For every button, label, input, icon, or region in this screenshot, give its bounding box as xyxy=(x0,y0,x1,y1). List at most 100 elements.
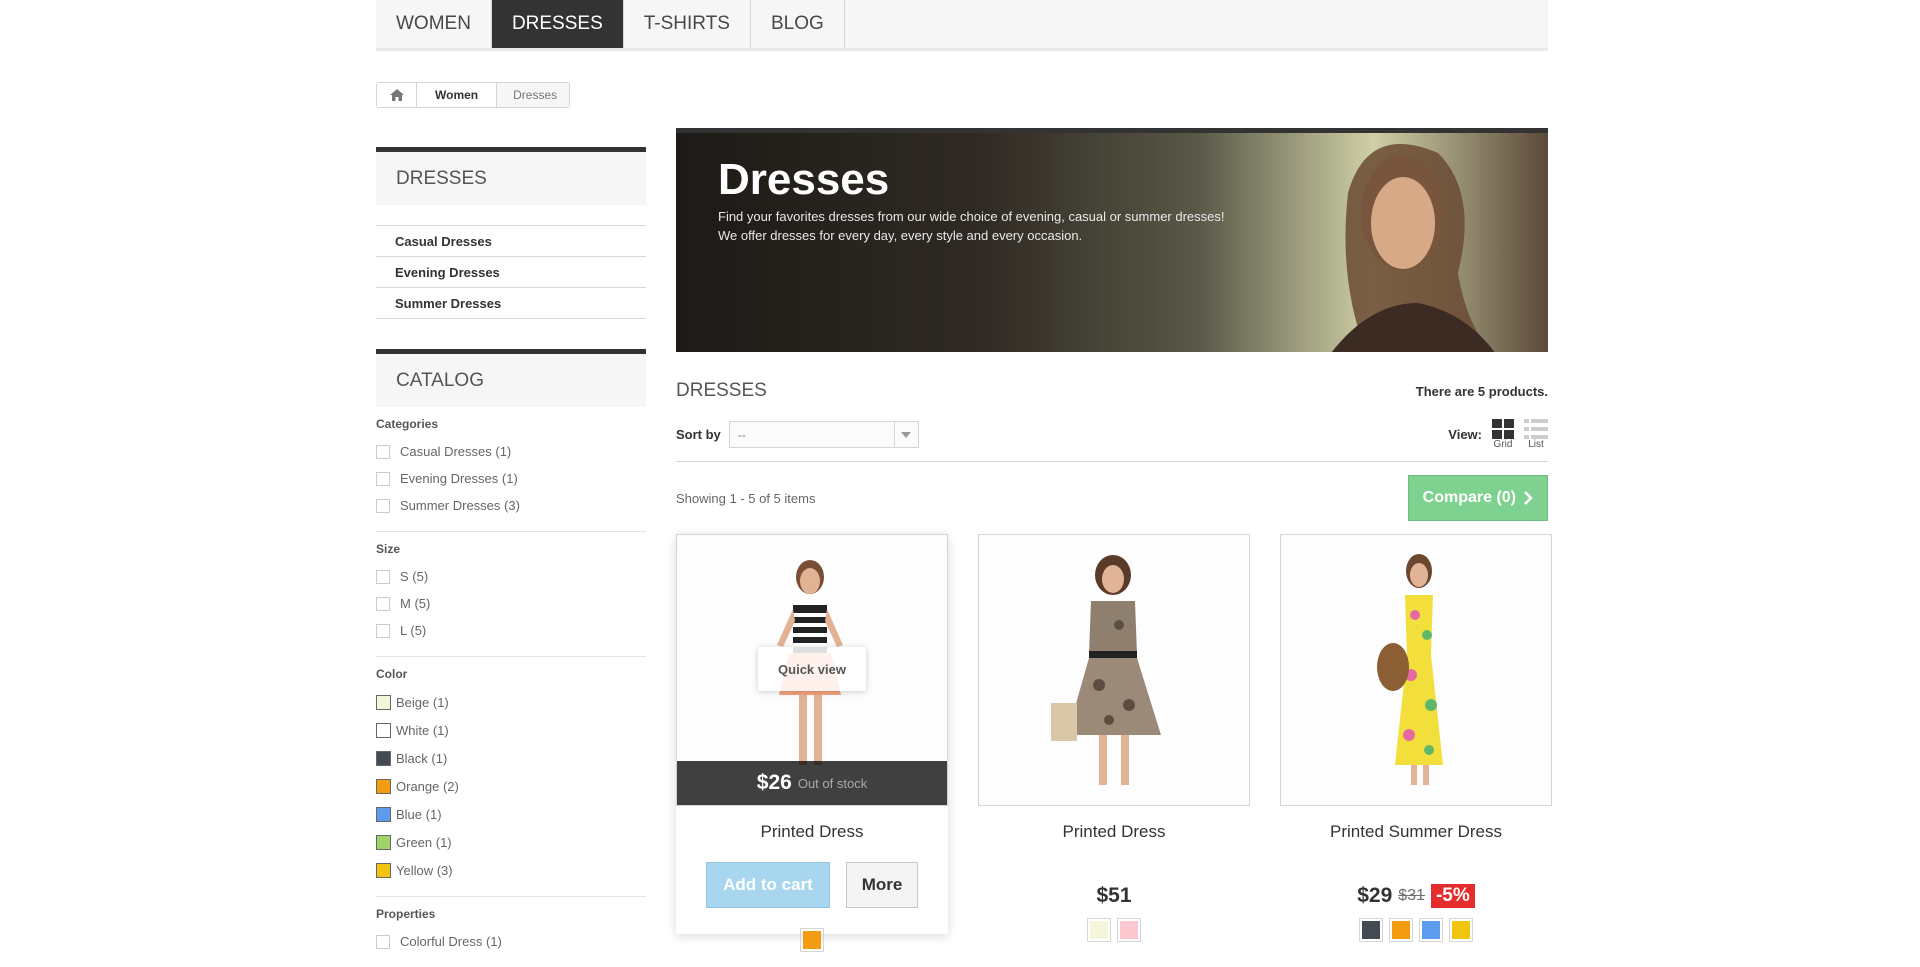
main-content: Dresses Find your favorites dresses from… xyxy=(676,128,1552,952)
checkbox[interactable] xyxy=(376,623,390,638)
quick-view-button[interactable]: Quick view xyxy=(758,647,866,691)
banner-description-line: We offer dresses for every day, every st… xyxy=(718,228,1083,243)
filter-label: Green (1) xyxy=(396,834,452,850)
view-list-option[interactable]: List xyxy=(1524,419,1548,450)
color-swatch[interactable] xyxy=(1389,918,1413,942)
catalog-block-title: CATALOG xyxy=(376,349,646,407)
color-swatch[interactable] xyxy=(376,722,391,738)
category-heading-row: DRESSES There are 5 products. xyxy=(676,376,1548,406)
model-photo xyxy=(1331,144,1495,352)
checkbox[interactable] xyxy=(376,569,390,584)
color-swatch[interactable] xyxy=(376,834,391,850)
filter-option[interactable]: Summer Dresses (3) xyxy=(376,492,646,519)
color-swatch[interactable] xyxy=(376,778,391,794)
product-image[interactable] xyxy=(978,534,1250,806)
filter-label: Blue (1) xyxy=(396,806,442,822)
breadcrumb-women[interactable]: Women xyxy=(417,83,498,107)
nav-blog[interactable]: BLOG xyxy=(751,0,845,48)
product-photo xyxy=(1281,535,1551,805)
product-name[interactable]: Printed Dress xyxy=(978,822,1250,842)
color-swatch[interactable] xyxy=(376,862,391,878)
color-option[interactable]: Green (1) xyxy=(376,828,646,856)
product-price-line: $29 $31 -5% xyxy=(1280,884,1552,908)
category-summer-dresses[interactable]: Summer Dresses xyxy=(376,288,646,319)
color-swatch[interactable] xyxy=(1449,918,1473,942)
filter-label: S (5) xyxy=(400,569,429,584)
filter-option[interactable]: Evening Dresses (1) xyxy=(376,465,646,492)
color-option[interactable]: Orange (2) xyxy=(376,772,646,800)
category-banner: Dresses Find your favorites dresses from… xyxy=(676,128,1548,352)
color-swatch[interactable] xyxy=(376,750,391,766)
product-actions: Add to cart More xyxy=(676,862,948,908)
view-grid-option[interactable]: Grid xyxy=(1492,419,1514,450)
filter-option[interactable]: M (5) xyxy=(376,590,646,617)
product-name[interactable]: Printed Summer Dress xyxy=(1280,822,1552,842)
color-option[interactable]: Blue (1) xyxy=(376,800,646,828)
color-option[interactable]: Black (1) xyxy=(376,744,646,772)
product-image[interactable]: Quick view $26 Out of stock xyxy=(676,534,948,806)
sort-value: -- xyxy=(737,427,746,442)
discount-badge: -5% xyxy=(1430,884,1475,908)
color-option[interactable]: Yellow (3) xyxy=(376,856,646,884)
product-name[interactable]: Printed Dress xyxy=(676,822,948,842)
results-row: Showing 1 - 5 of 5 items Compare (0) xyxy=(676,475,1548,521)
product-image[interactable] xyxy=(1280,534,1552,806)
color-swatch[interactable] xyxy=(1419,918,1443,942)
nav-dresses[interactable]: DRESSES xyxy=(491,0,624,48)
showing-count: Showing 1 - 5 of 5 items xyxy=(676,490,816,506)
color-swatch[interactable] xyxy=(376,694,391,710)
banner-description-line: Find your favorites dresses from our wid… xyxy=(718,209,1225,224)
filter-label: Summer Dresses (3) xyxy=(400,498,520,513)
view-label: View: xyxy=(1448,427,1482,442)
color-swatch[interactable] xyxy=(800,928,824,952)
nav-tshirts[interactable]: T-SHIRTS xyxy=(624,0,751,48)
left-column: DRESSES Casual Dresses Evening Dresses S… xyxy=(376,147,646,967)
filter-label: Evening Dresses (1) xyxy=(400,471,518,486)
checkbox[interactable] xyxy=(376,444,390,459)
checkbox[interactable] xyxy=(376,471,390,486)
product-price: $26 xyxy=(756,771,792,794)
product-price-line: $51 xyxy=(978,884,1250,908)
compare-button[interactable]: Compare (0) xyxy=(1407,475,1548,521)
filter-label: Orange (2) xyxy=(396,778,459,794)
checkbox[interactable] xyxy=(376,934,390,949)
color-swatch[interactable] xyxy=(376,806,391,822)
filter-label: Black (1) xyxy=(396,750,448,766)
grid-icon xyxy=(1492,419,1514,439)
filter-title: Categories xyxy=(376,417,439,431)
breadcrumb-home[interactable] xyxy=(377,83,417,107)
category-evening-dresses[interactable]: Evening Dresses xyxy=(376,257,646,288)
filter-option[interactable]: Casual Dresses (1) xyxy=(376,438,646,465)
old-price: $31 xyxy=(1398,887,1425,904)
product-card[interactable]: Quick view $26 Out of stock Printed Dres… xyxy=(676,534,948,952)
filter-title: Properties xyxy=(376,907,436,921)
banner-title: Dresses xyxy=(718,155,890,204)
sort-control: Sort by -- xyxy=(676,421,919,448)
product-card[interactable]: Printed Dress $51 xyxy=(978,534,1250,942)
sort-select[interactable]: -- xyxy=(728,421,919,448)
color-swatch[interactable] xyxy=(1359,918,1383,942)
filter-categories: Categories Casual Dresses (1) Evening Dr… xyxy=(376,407,646,532)
filter-option[interactable]: Colorful Dress (1) xyxy=(376,928,646,955)
product-photo xyxy=(979,535,1249,805)
more-button[interactable]: More xyxy=(846,862,918,908)
filter-label: L (5) xyxy=(400,623,427,638)
filter-option[interactable]: S (5) xyxy=(376,563,646,590)
color-option[interactable]: Beige (1) xyxy=(376,688,646,716)
color-option[interactable]: White (1) xyxy=(376,716,646,744)
category-casual-dresses[interactable]: Casual Dresses xyxy=(376,226,646,257)
view-list-label: List xyxy=(1528,439,1544,450)
checkbox[interactable] xyxy=(376,498,390,513)
add-to-cart-button[interactable]: Add to cart xyxy=(706,862,830,908)
product-card[interactable]: Printed Summer Dress $29 $31 -5% xyxy=(1280,534,1552,942)
checkbox[interactable] xyxy=(376,596,390,611)
list-icon xyxy=(1524,419,1548,439)
catalog-block: CATALOG Categories Casual Dresses (1) Ev… xyxy=(376,349,646,967)
filter-label: Yellow (3) xyxy=(396,862,453,878)
color-swatch[interactable] xyxy=(1087,918,1111,942)
filter-label: White (1) xyxy=(396,722,449,738)
color-swatch[interactable] xyxy=(1117,918,1141,942)
product-grid: Quick view $26 Out of stock Printed Dres… xyxy=(676,534,1552,952)
filter-option[interactable]: L (5) xyxy=(376,617,646,644)
nav-women[interactable]: WOMEN xyxy=(376,0,492,48)
